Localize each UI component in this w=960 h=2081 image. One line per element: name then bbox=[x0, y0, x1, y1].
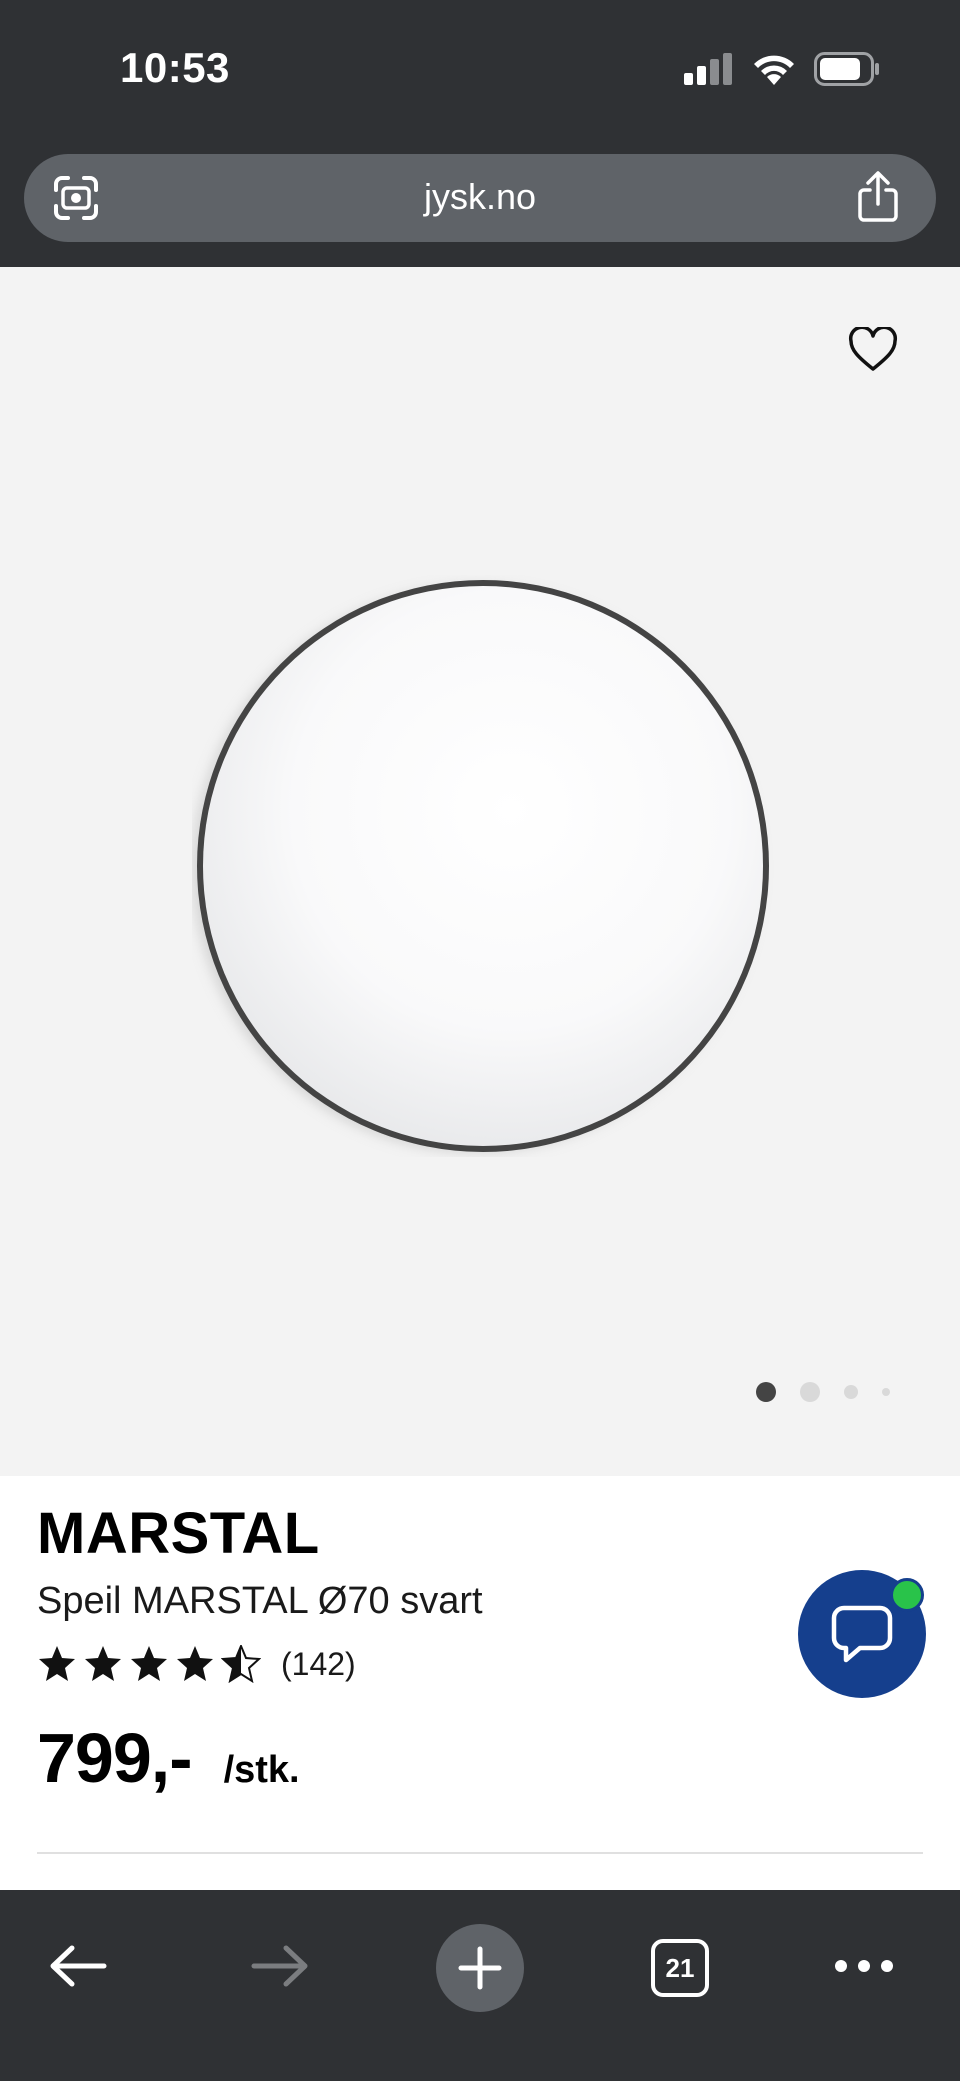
star-full-icon bbox=[85, 1646, 121, 1681]
gallery-pagination bbox=[756, 1382, 890, 1402]
star-full-icon bbox=[39, 1646, 75, 1681]
share-icon[interactable] bbox=[854, 170, 902, 224]
section-divider bbox=[37, 1852, 923, 1854]
review-count[interactable]: (142) bbox=[281, 1646, 356, 1683]
new-tab-button[interactable] bbox=[436, 1924, 524, 2012]
online-status-badge bbox=[890, 1578, 924, 1612]
price-unit: /stk. bbox=[223, 1749, 300, 1791]
status-time: 10:53 bbox=[120, 44, 230, 91]
battery-icon bbox=[814, 52, 879, 86]
back-button[interactable] bbox=[46, 1934, 110, 1998]
arrow-left-icon bbox=[50, 1945, 107, 1987]
star-full-icon bbox=[177, 1646, 213, 1681]
more-horizontal-icon bbox=[835, 1960, 893, 1972]
chat-bubble-icon bbox=[831, 1605, 893, 1663]
wifi-icon bbox=[754, 55, 794, 85]
more-button[interactable] bbox=[834, 1934, 894, 1998]
cellular-signal-icon bbox=[684, 53, 732, 85]
tabs-button[interactable]: 21 bbox=[651, 1939, 709, 1997]
status-icons bbox=[684, 52, 880, 86]
product-image-mirror bbox=[192, 580, 769, 1153]
product-rating[interactable]: (142) bbox=[37, 1645, 356, 1683]
arrow-right-icon bbox=[251, 1945, 308, 1987]
product-gallery[interactable] bbox=[0, 267, 960, 1476]
browser-top-chrome: 10:53 jysk.no bbox=[0, 0, 960, 267]
plus-icon bbox=[458, 1946, 502, 1990]
forward-button[interactable] bbox=[248, 1934, 312, 1998]
product-name: Speil MARSTAL Ø70 svart bbox=[37, 1580, 483, 1622]
tab-count: 21 bbox=[665, 1952, 695, 1983]
pagination-dot[interactable] bbox=[844, 1385, 858, 1399]
pagination-dot-active[interactable] bbox=[756, 1382, 776, 1402]
star-half-icon bbox=[221, 1645, 261, 1683]
product-price: 799,- bbox=[37, 1719, 193, 1797]
pagination-dot[interactable] bbox=[882, 1388, 890, 1396]
product-brand: MARSTAL bbox=[37, 1501, 320, 1566]
url-text: jysk.no bbox=[423, 176, 537, 217]
heart-outline-icon[interactable] bbox=[848, 327, 898, 373]
browser-bottom-bar: 21 bbox=[0, 1890, 960, 2081]
pagination-dot[interactable] bbox=[800, 1382, 820, 1402]
price-row: 799,- /stk. bbox=[37, 1718, 300, 1798]
star-full-icon bbox=[131, 1646, 167, 1681]
address-bar[interactable]: jysk.no bbox=[24, 154, 936, 242]
